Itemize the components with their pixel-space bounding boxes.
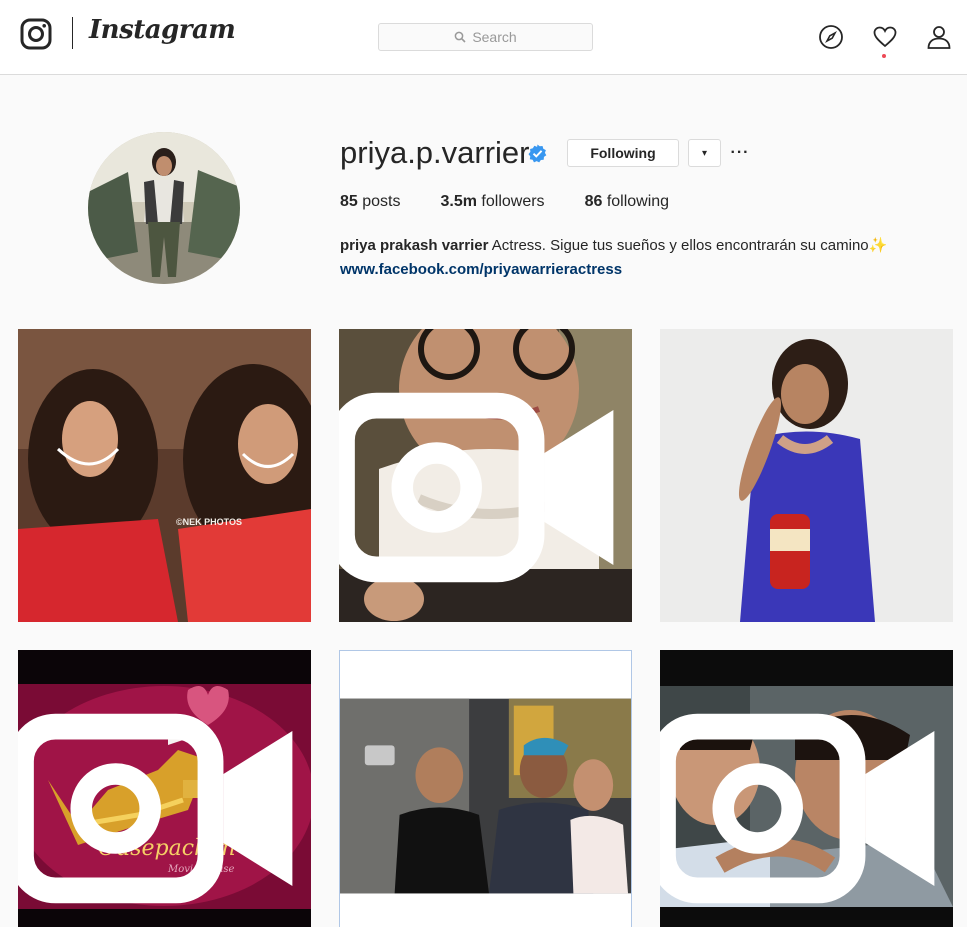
posts-count: 85 [340, 193, 358, 210]
bio-emoji: ✨ [868, 237, 888, 254]
video-camera-icon [339, 392, 614, 583]
search-icon [454, 31, 466, 43]
posts-label: posts [362, 193, 401, 210]
more-options-button[interactable]: ··· [728, 139, 752, 167]
notification-dot [882, 54, 886, 58]
post-thumbnail[interactable] [660, 329, 953, 622]
instagram-wordmark[interactable]: Instagram [89, 15, 236, 45]
video-camera-icon [18, 713, 293, 904]
heart-icon[interactable] [872, 24, 898, 50]
following-count: 86 [584, 193, 603, 210]
post-thumbnail[interactable] [339, 329, 632, 622]
post-watermark: ©NEK PHOTOS [176, 517, 242, 527]
suggestions-dropdown-button[interactable]: ▾ [688, 139, 721, 167]
profile-website-link[interactable]: www.facebook.com/priyawarrieractress [340, 258, 960, 282]
top-nav: Instagram Search [0, 0, 967, 75]
following-stat[interactable]: 86 following [585, 193, 670, 211]
followers-label: followers [481, 193, 545, 210]
search-input[interactable]: Search [378, 23, 593, 51]
profile-full-name: priya prakash varrier [340, 237, 489, 254]
profile-username: priya.p.varrier [340, 135, 530, 170]
posts-stat: 85 posts [340, 193, 401, 211]
post-thumbnail[interactable]: ©NEK PHOTOS [18, 329, 311, 622]
video-camera-icon [660, 713, 935, 904]
following-count-label: following [606, 193, 670, 210]
profile-avatar[interactable] [88, 132, 240, 284]
search-placeholder: Search [472, 29, 517, 45]
logo-divider [72, 17, 73, 49]
post-thumbnail[interactable]: Ousepachan Movie House [18, 650, 311, 927]
compass-icon[interactable] [818, 24, 844, 50]
following-button[interactable]: Following [567, 139, 679, 167]
instagram-camera-icon[interactable] [20, 18, 52, 50]
bio-text: Actress. Sigue tus sueños y ellos encont… [491, 237, 869, 254]
profile-stats: 85 posts 3.5m followers 86 following [340, 193, 709, 211]
user-icon[interactable] [926, 24, 952, 50]
profile-bio: priya prakash varrier Actress. Sigue tus… [340, 234, 960, 282]
followers-stat[interactable]: 3.5m followers [441, 193, 545, 211]
followers-count: 3.5m [440, 193, 477, 210]
post-thumbnail[interactable] [660, 650, 953, 927]
post-thumbnail[interactable] [339, 650, 632, 927]
verified-badge-icon [528, 144, 547, 163]
